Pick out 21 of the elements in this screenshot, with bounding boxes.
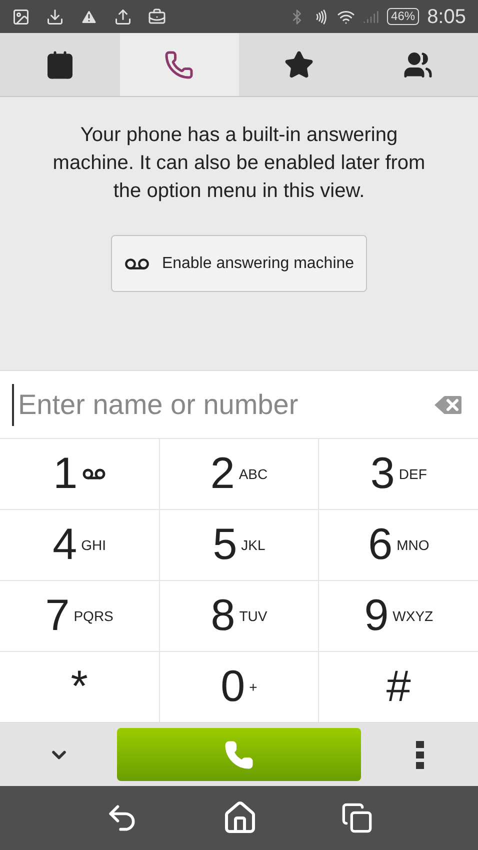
upload-icon — [114, 8, 132, 26]
star-icon — [284, 50, 314, 80]
bag-icon — [148, 8, 166, 26]
phone-icon — [164, 50, 194, 80]
people-icon — [403, 50, 434, 80]
clock-time: 8:05 — [427, 4, 466, 30]
more-icon — [416, 740, 424, 768]
image-icon — [12, 8, 30, 26]
download-icon — [46, 8, 64, 26]
dial-key[interactable]: 0+ — [160, 652, 318, 722]
dial-key[interactable]: * — [0, 652, 159, 722]
signal-icon — [363, 8, 380, 24]
dial-key[interactable]: 1 — [0, 439, 159, 509]
recent-apps-icon[interactable] — [340, 802, 373, 834]
dial-key[interactable]: # — [319, 652, 478, 722]
tab[interactable] — [120, 33, 239, 96]
battery-level: 46% — [387, 8, 420, 25]
name-or-number-field[interactable]: Enter name or number — [12, 384, 430, 426]
enable-answering-machine-button[interactable]: Enable answering machine — [110, 235, 368, 292]
phone-icon — [224, 740, 254, 770]
answering-machine-message: Your phone has a built-in answering machine. It can also be enabled later from the option menu in this view. — [52, 123, 426, 204]
